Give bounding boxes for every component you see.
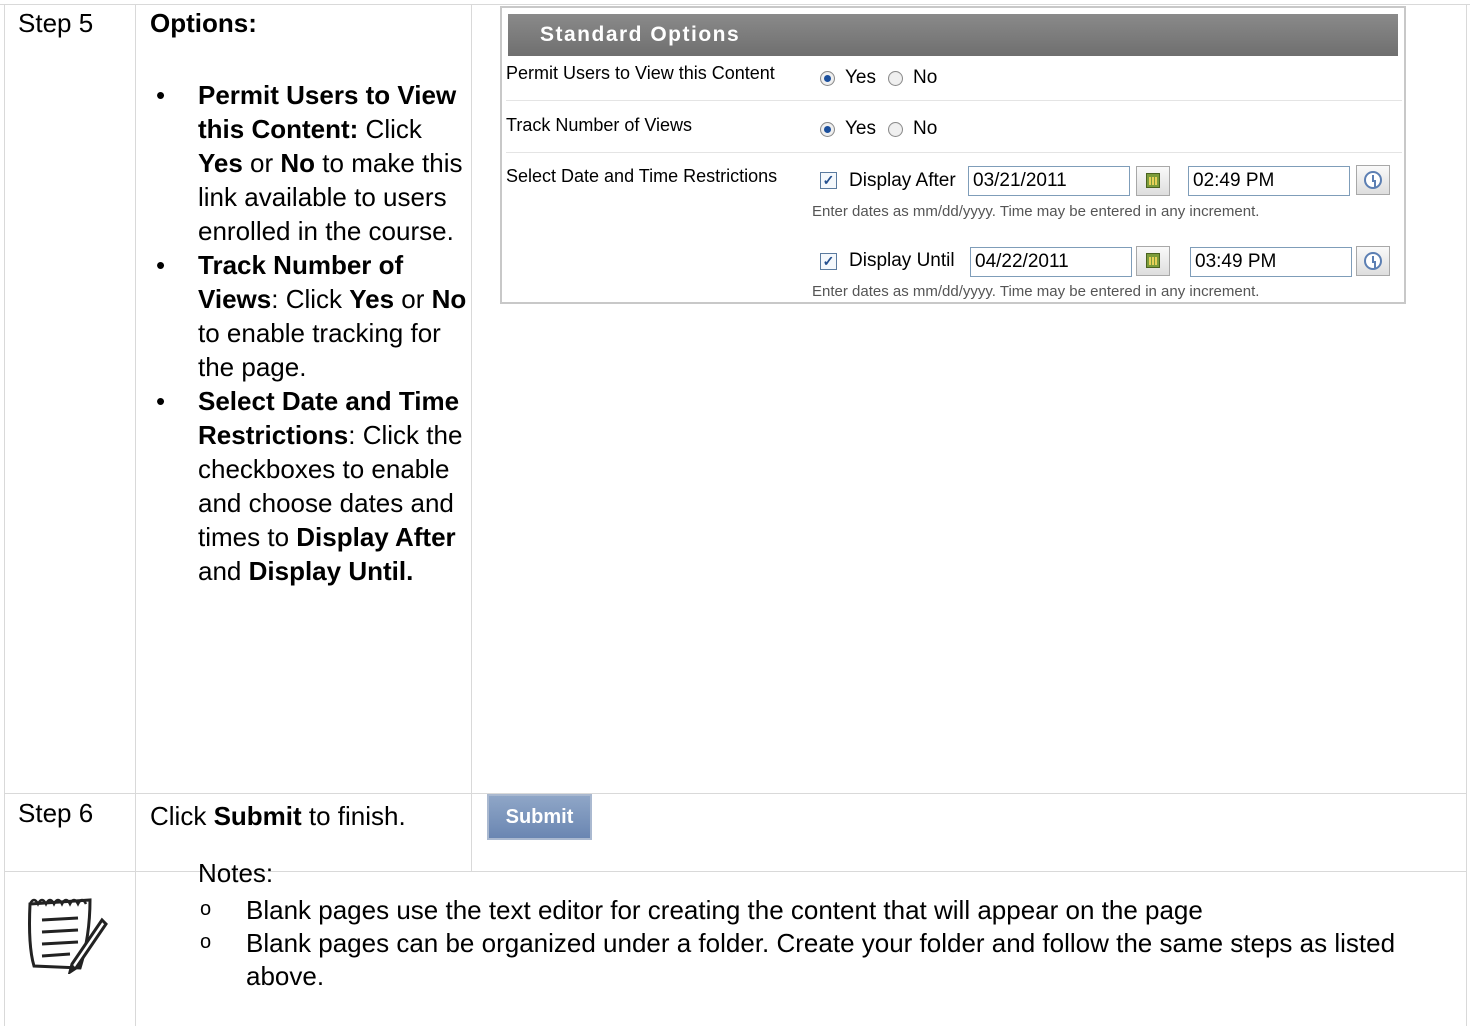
step-6-text-run: Click	[150, 801, 214, 831]
option-bullet: Permit Users to View this Content: Click…	[156, 78, 468, 248]
standard-options-panel: Standard Options Permit Users to View th…	[500, 6, 1406, 304]
track-yes-label: Yes	[845, 118, 876, 139]
display-after-date-input[interactable]: 03/21/2011	[968, 166, 1130, 196]
permit-users-radio-group: Yes No	[820, 67, 949, 89]
option-bullet-text: No	[431, 284, 467, 314]
option-bullet-text: to enable tracking for the page.	[198, 318, 441, 382]
display-until-calendar-button[interactable]	[1136, 246, 1170, 276]
option-bullet-text: Display Until.	[248, 556, 414, 586]
option-bullet-text: Display After	[296, 522, 456, 552]
option-bullet-text: No	[280, 148, 316, 178]
display-until-label: Display Until	[849, 250, 955, 271]
option-bullet-text: Yes	[349, 284, 395, 314]
display-after-hint: Enter dates as mm/dd/yyyy. Time may be e…	[812, 203, 1260, 220]
display-until-date-input[interactable]: 04/22/2011	[970, 247, 1132, 277]
calendar-icon	[1146, 253, 1160, 268]
option-bullet-text: or	[242, 148, 281, 178]
track-views-radio-group: Yes No	[820, 118, 949, 140]
step-5-label: Step 5	[18, 8, 94, 38]
table-border-left	[4, 4, 5, 1026]
track-yes-radio[interactable]	[820, 121, 835, 137]
table-border-right	[1466, 4, 1467, 1026]
option-bullet: Select Date and Time Restrictions: Click…	[156, 384, 468, 588]
display-after-label: Display After	[849, 170, 956, 191]
permit-no-label: No	[913, 67, 938, 88]
display-until-time-input[interactable]: 03:49 PM	[1190, 247, 1352, 277]
display-after-calendar-button[interactable]	[1136, 166, 1170, 196]
table-border-top	[0, 4, 1470, 5]
track-views-label: Track Number of Views	[506, 115, 693, 135]
clock-icon	[1364, 252, 1382, 270]
permit-yes-radio[interactable]	[820, 70, 835, 86]
column-divider-1	[135, 4, 136, 1026]
option-bullet-text: Click	[358, 114, 422, 144]
step-6-text-run: Submit	[213, 801, 302, 831]
notes-title: Notes:	[198, 858, 274, 888]
note-item: Blank pages can be organized under a fol…	[198, 926, 1438, 993]
option-bullet-text: or	[394, 284, 432, 314]
option-bullet: Track Number of Views: Click Yes or No t…	[156, 248, 468, 384]
display-after-clock-button[interactable]	[1356, 165, 1390, 195]
notes-list: Blank pages use the text editor for crea…	[198, 893, 1438, 993]
option-bullet-text: Yes	[198, 148, 243, 178]
row-separator	[506, 152, 1402, 153]
permit-users-label: Permit Users to View this Content	[506, 63, 775, 83]
step-6-text-run: to finish.	[301, 801, 406, 831]
permit-no-radio[interactable]	[888, 70, 903, 86]
track-no-radio[interactable]	[888, 121, 903, 137]
display-until-checkbox[interactable]: ✓	[820, 253, 837, 270]
note-item: Blank pages use the text editor for crea…	[198, 893, 1438, 927]
track-no-label: No	[913, 118, 938, 139]
display-after-time-input[interactable]: 02:49 PM	[1188, 166, 1350, 196]
calendar-icon	[1146, 173, 1160, 188]
step-6-label: Step 6	[18, 798, 94, 828]
step-5-heading: Options:	[150, 8, 257, 38]
option-bullet-text: : Click	[271, 284, 350, 314]
column-divider-2	[471, 4, 472, 872]
submit-button[interactable]: Submit	[487, 794, 592, 840]
option-bullet-text: and	[198, 556, 249, 586]
row-divider-1	[4, 793, 1467, 794]
date-restrictions-label: Select Date and Time Restrictions	[506, 166, 778, 186]
step-5-bullets: Permit Users to View this Content: Click…	[156, 78, 468, 588]
clock-icon	[1364, 171, 1382, 189]
row-separator	[506, 100, 1402, 101]
step-6-instruction: Click Submit to finish.	[150, 801, 406, 832]
display-after-checkbox[interactable]: ✓	[820, 172, 837, 189]
notepad-pencil-icon	[28, 898, 108, 974]
panel-title: Standard Options	[508, 14, 1398, 56]
display-until-hint: Enter dates as mm/dd/yyyy. Time may be e…	[812, 283, 1260, 300]
permit-yes-label: Yes	[845, 67, 876, 88]
display-until-clock-button[interactable]	[1356, 246, 1390, 276]
